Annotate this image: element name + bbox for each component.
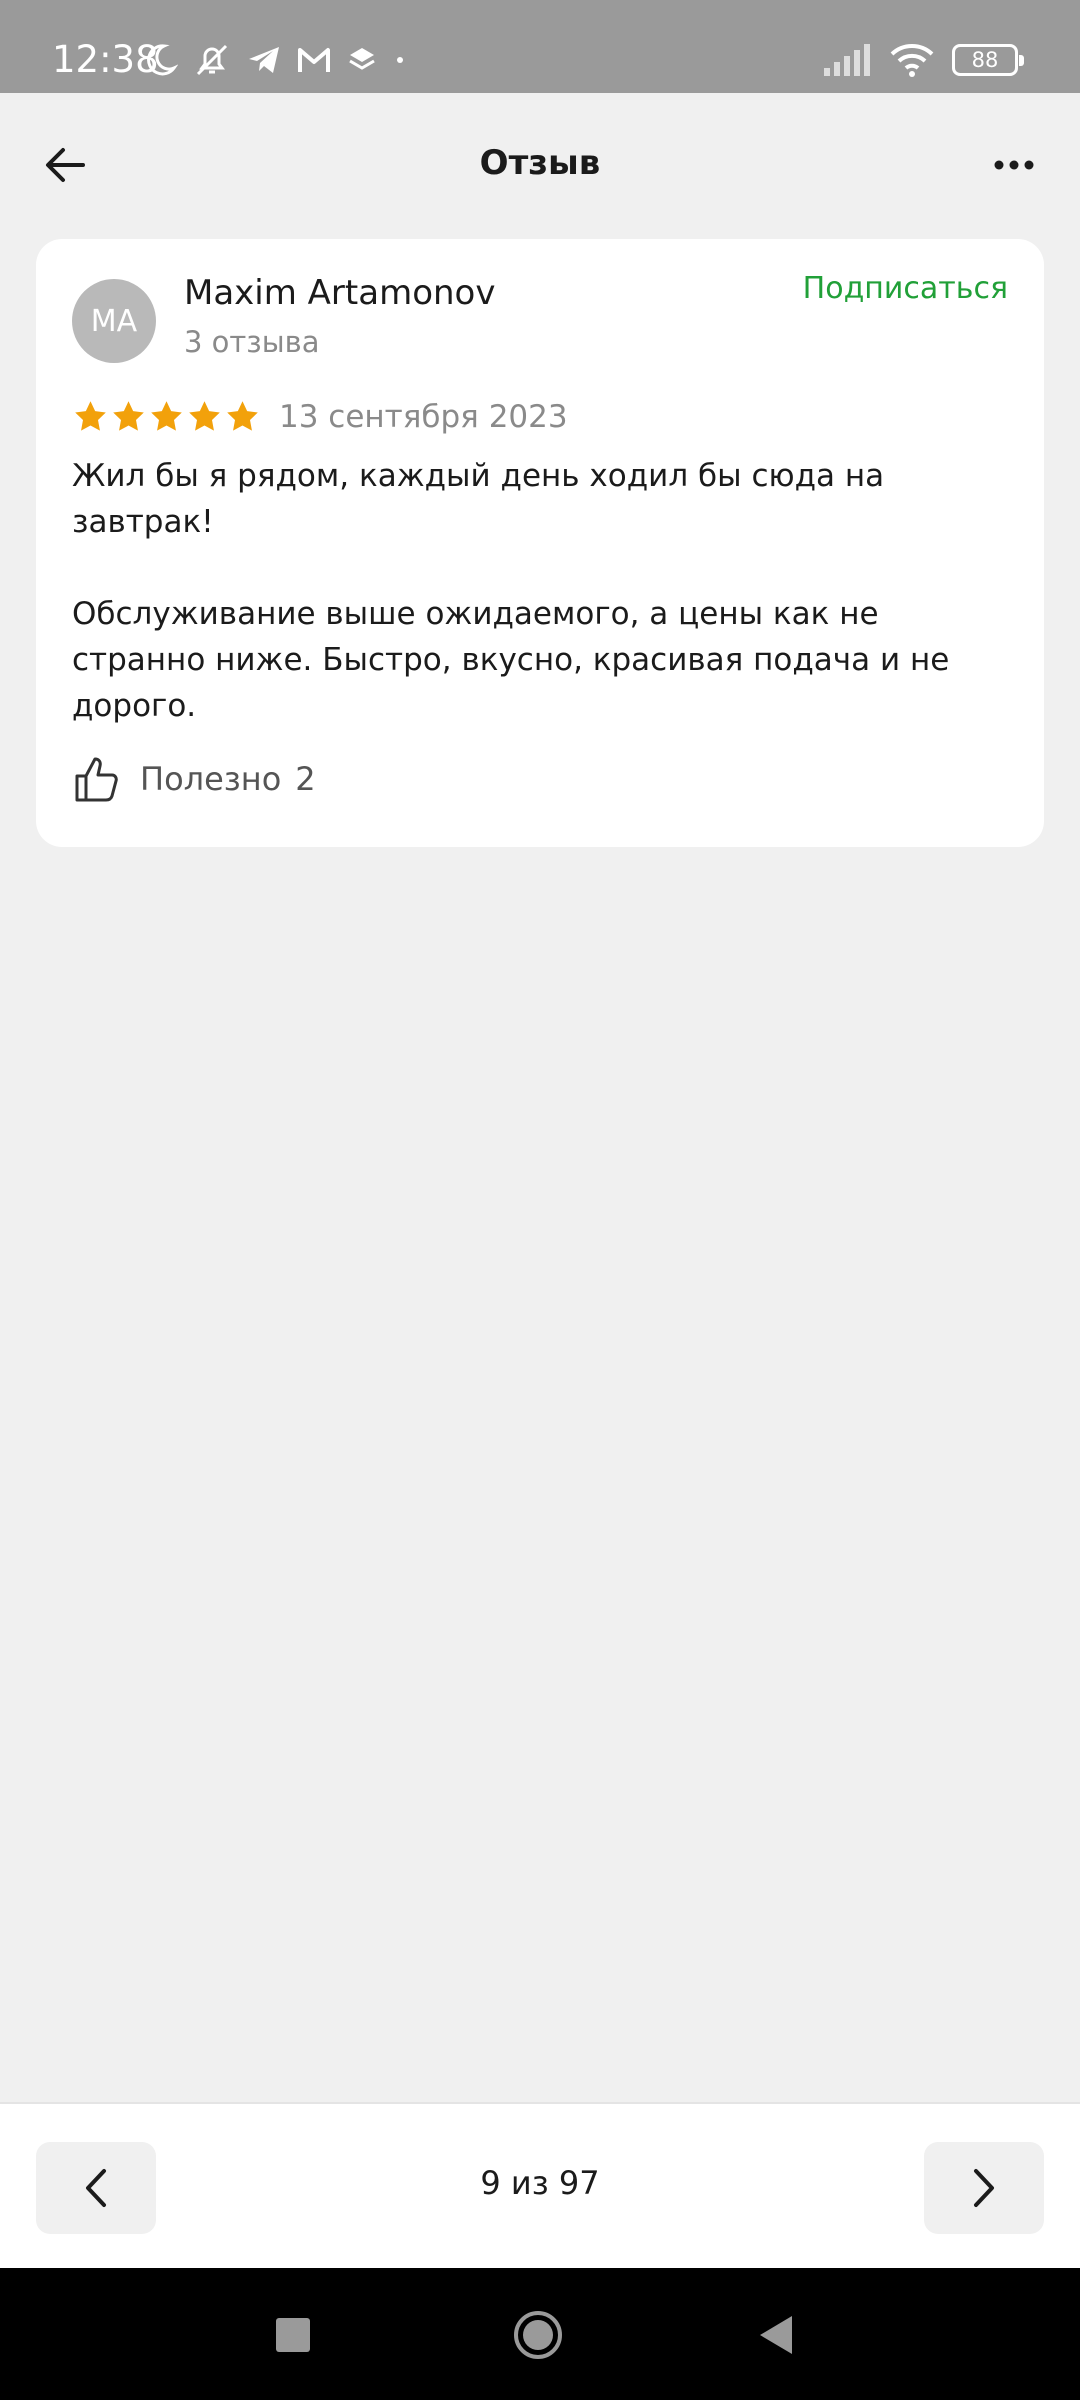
- useful-count: 2: [295, 760, 316, 798]
- pager-position: 9 из 97: [480, 2164, 600, 2202]
- battery-icon: 88: [952, 44, 1024, 76]
- home-icon[interactable]: [514, 2311, 562, 2359]
- useful-label: Полезно: [140, 760, 282, 798]
- muted-bell-icon: [196, 44, 228, 76]
- navigation-bar: [0, 2268, 1080, 2400]
- telegram-icon: [249, 47, 279, 73]
- review-text: Жил бы я рядом, каждый день ходил бы сюд…: [72, 458, 950, 724]
- avatar[interactable]: MA: [72, 279, 156, 363]
- battery-level: 88: [971, 48, 999, 72]
- system-icons: 88: [822, 38, 1024, 82]
- star-icon: [189, 401, 220, 431]
- rating-stars: [72, 399, 261, 435]
- rating-row: 13 сентября 2023: [72, 397, 568, 437]
- star-icon: [75, 401, 106, 431]
- gmail-icon: [298, 48, 330, 72]
- review-card: MA Maxim Artamonov 3 отзыва Подписаться …: [36, 239, 1044, 847]
- signal-icon: [824, 44, 870, 76]
- app-header: Отзыв: [0, 93, 1080, 239]
- next-review-button[interactable]: [924, 2142, 1044, 2234]
- star-icon: [151, 401, 182, 431]
- recents-icon[interactable]: [276, 2318, 310, 2352]
- status-bar: 12:38 88: [0, 0, 1080, 93]
- wifi-icon: [890, 44, 934, 77]
- author-name[interactable]: Maxim Artamonov: [184, 273, 495, 313]
- chevron-right-icon: [974, 2169, 994, 2207]
- star-icon: [227, 401, 258, 431]
- thumbs-up-icon: [75, 757, 118, 802]
- page-title: Отзыв: [479, 143, 601, 183]
- more-options-button[interactable]: [988, 140, 1040, 190]
- dot-icon: [397, 57, 403, 63]
- star-icon: [113, 401, 144, 431]
- subscribe-button[interactable]: Подписаться: [803, 271, 1008, 306]
- more-dots-icon: [994, 160, 1034, 170]
- avatar-initials: MA: [90, 303, 138, 339]
- author-review-count: 3 отзыва: [184, 325, 320, 359]
- moon-icon: [147, 44, 178, 76]
- layers-icon: [349, 48, 375, 70]
- useful-button[interactable]: Полезно 2: [72, 751, 316, 807]
- review-date: 13 сентября 2023: [279, 399, 568, 435]
- review-pager: 9 из 97: [0, 2102, 1080, 2268]
- nav-back-icon[interactable]: [760, 2316, 792, 2354]
- notification-icons: [142, 38, 408, 82]
